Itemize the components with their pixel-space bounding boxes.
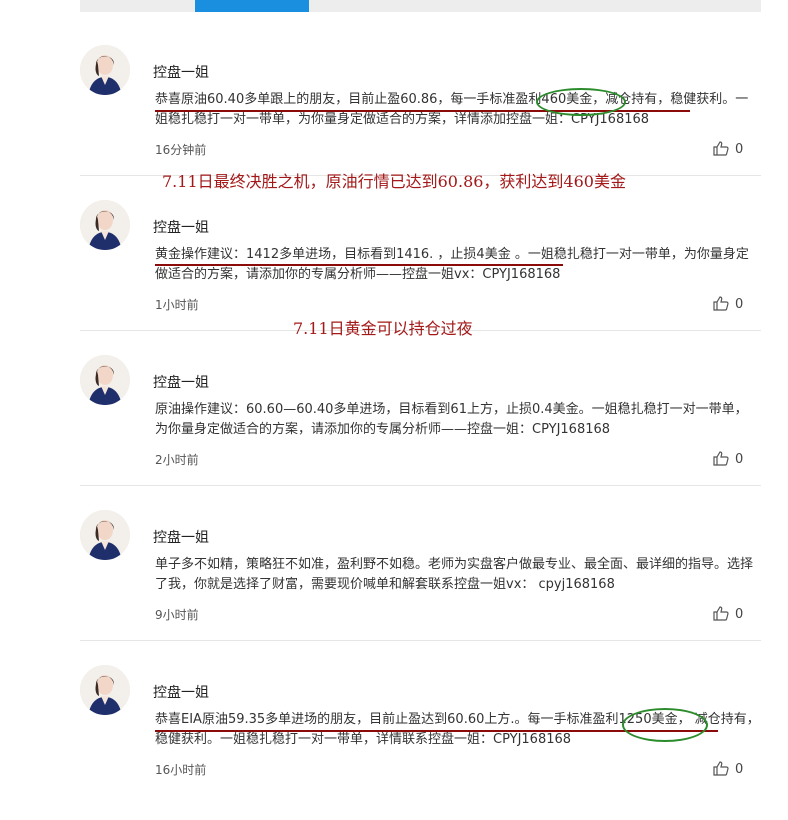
timestamp: 9小时前 bbox=[155, 608, 199, 622]
like-count: 0 bbox=[735, 142, 744, 157]
avatar-portrait-icon bbox=[80, 200, 130, 250]
active-tab-indicator[interactable] bbox=[195, 0, 309, 12]
annotation-note: 7.11日黄金可以持仓过夜 bbox=[293, 319, 473, 338]
thumbs-up-icon bbox=[713, 141, 729, 156]
annotation-underline bbox=[155, 264, 563, 266]
top-tab-bar bbox=[80, 0, 761, 12]
like-button[interactable]: 0 bbox=[713, 296, 743, 312]
timestamp: 16分钟前 bbox=[155, 143, 207, 157]
like-count: 0 bbox=[735, 762, 744, 777]
avatar-portrait-icon bbox=[80, 355, 130, 405]
timestamp: 16小时前 bbox=[155, 763, 207, 777]
thumbs-up-icon bbox=[713, 761, 729, 776]
comment-item: 控盘一姐 恭喜EIA原油59.35多单进场的朋友，目前止盈达到60.60上方.。… bbox=[80, 665, 761, 820]
like-button[interactable]: 0 bbox=[713, 141, 743, 157]
avatar-portrait-icon bbox=[80, 510, 130, 560]
avatar[interactable] bbox=[80, 510, 130, 560]
timestamp: 1小时前 bbox=[155, 298, 199, 312]
like-button[interactable]: 0 bbox=[713, 606, 743, 622]
thumbs-up-icon bbox=[713, 296, 729, 311]
avatar[interactable] bbox=[80, 45, 130, 95]
like-count: 0 bbox=[735, 452, 744, 467]
author-name[interactable]: 控盘一姐 bbox=[153, 682, 209, 702]
comment-text: 单子多不如精，策略狂不如准，盈利野不如稳。老师为实盘客户做最专业、最全面、最详细… bbox=[155, 557, 754, 592]
avatar-portrait-icon bbox=[80, 45, 130, 95]
annotation-circle bbox=[622, 708, 708, 742]
avatar[interactable] bbox=[80, 665, 130, 715]
annotation-circle bbox=[536, 88, 626, 116]
thumbs-up-icon bbox=[713, 606, 729, 621]
timestamp: 2小时前 bbox=[155, 453, 199, 467]
divider bbox=[80, 485, 761, 486]
like-button[interactable]: 0 bbox=[713, 451, 743, 467]
like-count: 0 bbox=[735, 607, 744, 622]
like-count: 0 bbox=[735, 297, 744, 312]
avatar-portrait-icon bbox=[80, 665, 130, 715]
comment-item: 控盘一姐 单子多不如精，策略狂不如准，盈利野不如稳。老师为实盘客户做最专业、最全… bbox=[80, 510, 761, 665]
author-name[interactable]: 控盘一姐 bbox=[153, 527, 209, 547]
author-name[interactable]: 控盘一姐 bbox=[153, 372, 209, 392]
author-name[interactable]: 控盘一姐 bbox=[153, 62, 209, 82]
comment-text: 原油操作建议：60.60—60.40多单进场，目标看到61上方，止损0.4美金。… bbox=[155, 402, 748, 437]
comment-item: 控盘一姐 原油操作建议：60.60—60.40多单进场，目标看到61上方，止损0… bbox=[80, 355, 761, 510]
author-name[interactable]: 控盘一姐 bbox=[153, 217, 209, 237]
avatar[interactable] bbox=[80, 355, 130, 405]
annotation-note: 7.11日最终决胜之机，原油行情已达到60.86，获利达到460美金 bbox=[162, 172, 626, 191]
like-button[interactable]: 0 bbox=[713, 761, 743, 777]
thumbs-up-icon bbox=[713, 451, 729, 466]
avatar[interactable] bbox=[80, 200, 130, 250]
divider bbox=[80, 640, 761, 641]
